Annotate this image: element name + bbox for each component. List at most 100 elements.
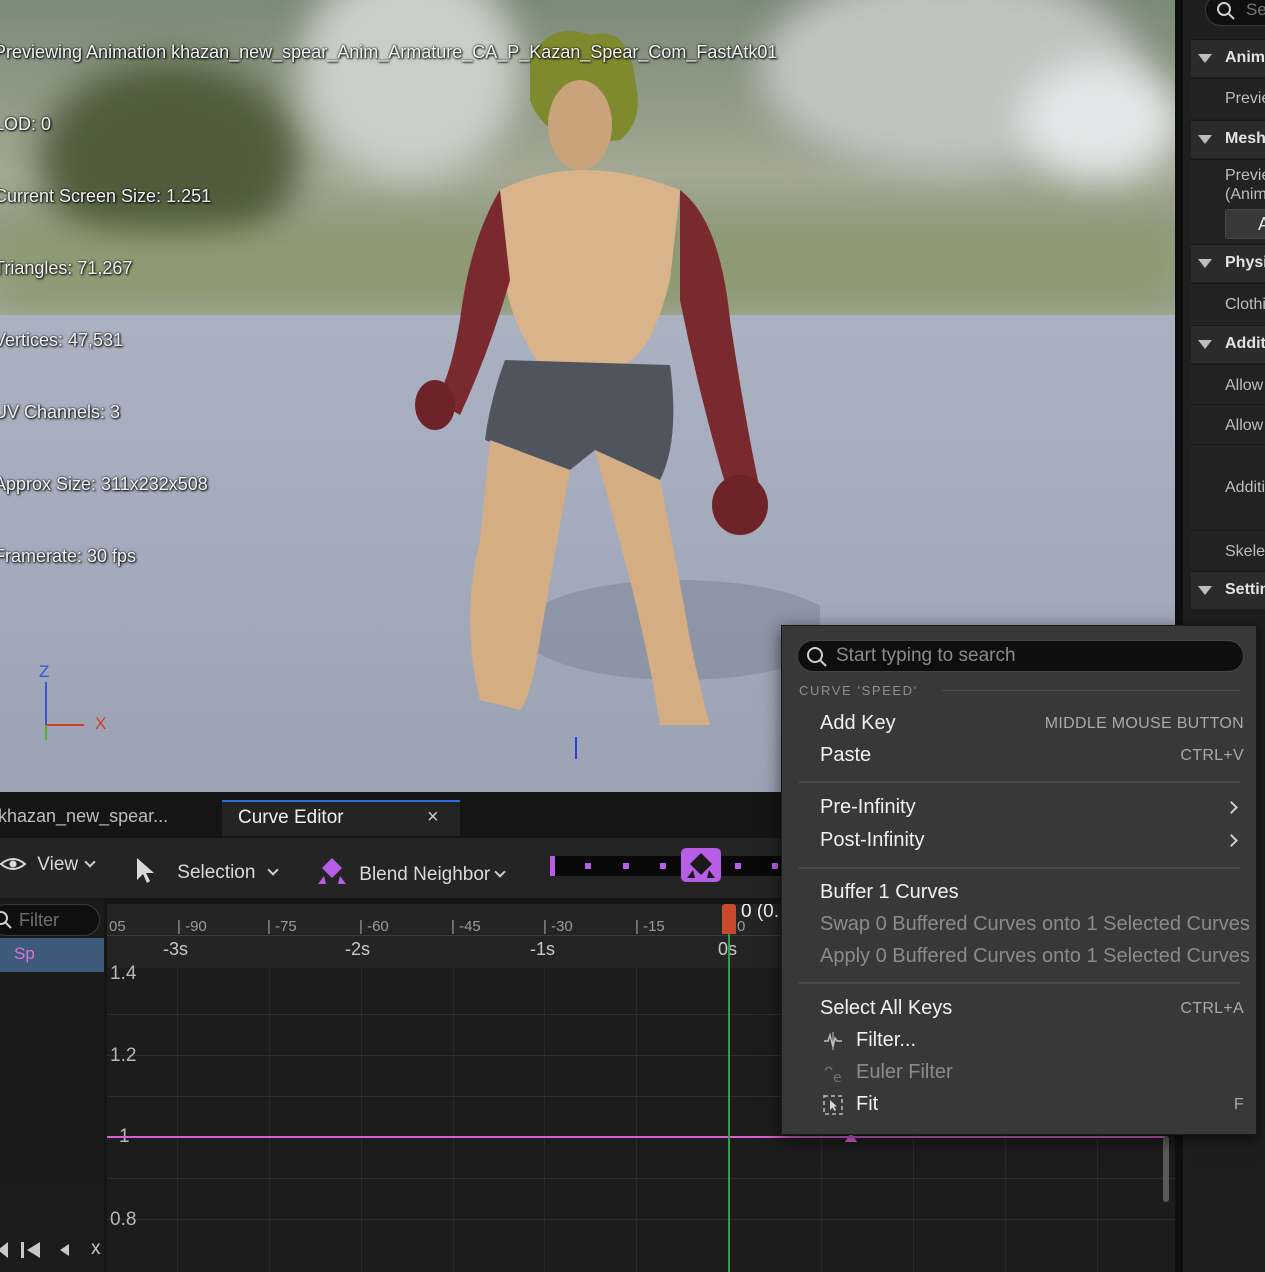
menu-item-label: Euler Filter (856, 1061, 953, 1083)
row-label: Skeleton (1225, 543, 1265, 560)
menu-item-euler-filter: e Euler Filter (782, 1057, 1256, 1089)
row-additive[interactable]: Additive (1191, 444, 1265, 530)
section-additive[interactable]: Additive (1191, 325, 1265, 363)
speed-curve[interactable] (107, 1136, 1167, 1138)
row-label: Preview (1225, 90, 1265, 107)
section-settings[interactable]: Settings (1191, 571, 1265, 609)
section-label: Animation (1225, 49, 1265, 66)
menu-item-fit[interactable]: Fit F (782, 1089, 1256, 1121)
menu-item-label: Add Key (820, 712, 896, 734)
cursor-icon (137, 858, 154, 883)
menu-item-pre-infinity[interactable]: Pre-Infinity (782, 792, 1256, 824)
collapse-arrow-icon (1198, 259, 1212, 268)
section-label: Additive (1225, 335, 1265, 352)
skip-to-start-icon[interactable] (0, 1238, 10, 1262)
tab-animation-asset[interactable]: khazan_new_spear... (0, 800, 220, 836)
frame-tick-value: -15 (643, 918, 665, 935)
menu-item-shortcut: CTRL+V (1180, 747, 1244, 764)
row-preview[interactable]: Preview (1191, 78, 1265, 118)
menu-item-shortcut: MIDDLE MOUSE BUTTON (1044, 715, 1244, 732)
playhead-readout: 0 (0. (741, 904, 780, 922)
selection-dropdown[interactable]: Selection (134, 850, 280, 886)
menu-item-post-infinity[interactable]: Post-Infinity (782, 825, 1256, 857)
background-car (1020, 60, 1175, 180)
frame-tick-label: | -75 (267, 918, 297, 935)
blend-slider-handle[interactable] (681, 848, 721, 882)
tab-label: khazan_new_spear... (0, 806, 169, 826)
menu-search[interactable] (797, 640, 1244, 672)
section-physics[interactable]: Physics (1191, 244, 1265, 282)
row-label: Clothing (1225, 296, 1265, 313)
stat-uv-channels: UV Channels: 3 (0, 402, 121, 422)
frame-tick-label: | -90 (177, 918, 207, 935)
slider-dot (585, 863, 591, 869)
blend-slider[interactable] (550, 856, 790, 876)
row-label: Preview (1225, 167, 1265, 184)
menu-item-add-key[interactable]: Add Key MIDDLE MOUSE BUTTON (782, 708, 1256, 740)
collapse-arrow-icon (1198, 340, 1212, 349)
eye-icon (0, 858, 27, 870)
axis-x-label: X (95, 714, 107, 733)
menu-item-filter[interactable]: Filter... (782, 1025, 1256, 1057)
filter-input[interactable]: Filter (0, 904, 100, 936)
menu-search-input[interactable] (836, 642, 1236, 670)
stat-lod: LOD: 0 (0, 114, 52, 134)
outliner-body (0, 972, 104, 1182)
play-reverse-icon[interactable] (56, 1238, 72, 1262)
menu-item-apply-buffered: Apply 0 Buffered Curves onto 1 Selected … (782, 941, 1256, 973)
menu-item-label: Paste (820, 744, 872, 766)
menu-item-label: Post-Infinity (820, 829, 925, 851)
tab-label: Curve Editor (238, 807, 344, 828)
slider-dot (772, 863, 778, 869)
menu-divider (799, 781, 1240, 783)
frame-tick-label: | -45 (451, 918, 481, 935)
apply-button[interactable]: Ap (1225, 209, 1265, 239)
axis-gizmo: Z X (30, 660, 120, 750)
filter-placeholder: Filter (19, 910, 59, 930)
frame-tick-label: | -60 (359, 918, 389, 935)
stat-vertices: Vertices: 47,531 (0, 330, 124, 350)
tab-curve-editor[interactable]: Curve Editor × (222, 800, 460, 836)
row-skeleton[interactable]: Skeleton (1191, 530, 1265, 570)
view-dropdown[interactable]: View (0, 850, 96, 886)
playhead-handle[interactable] (722, 904, 736, 934)
row-clothing[interactable]: Clothing (1191, 283, 1265, 325)
menu-item-label: Buffer 1 Curves (820, 881, 959, 903)
details-search[interactable]: Search (1205, 0, 1265, 26)
row-allow-c[interactable]: Allow C (1191, 404, 1265, 444)
menu-item-select-all-keys[interactable]: Select All Keys CTRL+A (782, 993, 1256, 1025)
details-search-placeholder: Search (1246, 0, 1265, 19)
collapse-arrow-icon (1198, 586, 1212, 595)
row-allow-d[interactable]: Allow D (1191, 364, 1265, 404)
playhead[interactable] (728, 934, 730, 1272)
grid-line (107, 1178, 1175, 1179)
menu-divider (799, 867, 1240, 869)
blend-tool-dropdown[interactable]: Blend Neighbor (316, 850, 506, 886)
section-animation[interactable]: Animation (1191, 39, 1265, 77)
submenu-arrow-icon (1225, 834, 1238, 847)
search-icon (1217, 2, 1235, 20)
search-icon (807, 647, 827, 667)
chevron-down-icon (267, 864, 280, 876)
apply-button-label: Ap (1258, 214, 1265, 235)
section-mesh[interactable]: Mesh (1191, 120, 1265, 158)
row-preview-animation[interactable]: Preview (Animation Ap (1191, 159, 1265, 243)
svg-text:e: e (833, 1070, 842, 1084)
row-label: Additive (1225, 479, 1265, 496)
curve-list-item-speed[interactable]: Sp (0, 938, 104, 972)
frame-tick-value: -75 (275, 918, 297, 935)
close-icon[interactable]: × (427, 806, 439, 829)
euler-filter-icon: e (824, 1066, 842, 1084)
vertical-scrollbar[interactable] (1163, 1136, 1169, 1202)
menu-item-paste[interactable]: Paste CTRL+V (782, 740, 1256, 772)
menu-section-header: CURVE 'SPEED' (799, 683, 918, 698)
stat-framerate: Framerate: 30 fps (0, 546, 137, 566)
menu-divider (799, 982, 1240, 984)
menu-item-swap-buffered: Swap 0 Buffered Curves onto 1 Selected C… (782, 909, 1256, 941)
view-label: View (37, 854, 79, 875)
step-back-icon[interactable] (18, 1238, 44, 1262)
menu-header-divider (942, 690, 1240, 691)
chevron-down-icon (494, 866, 506, 878)
viewport-stats: Previewing Animation khazan_new_spear_An… (0, 0, 777, 616)
menu-item-buffer-curves[interactable]: Buffer 1 Curves (782, 877, 1256, 909)
